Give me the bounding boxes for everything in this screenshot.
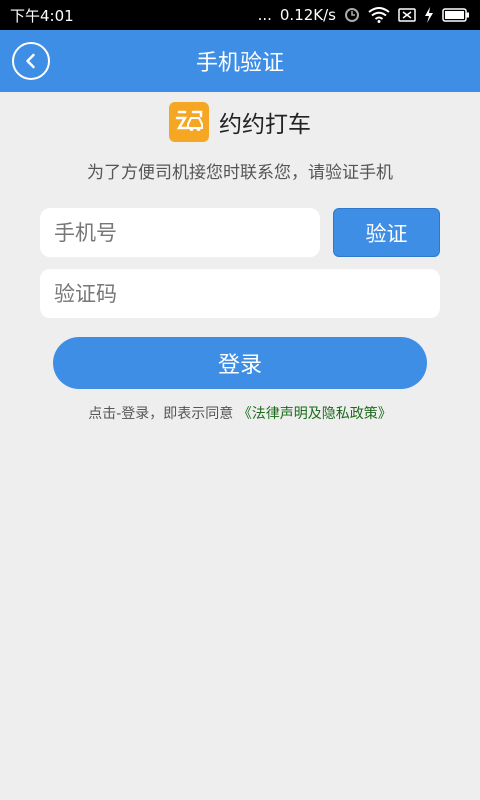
no-sim-icon: [398, 8, 416, 22]
terms-prefix: 点击-登录，即表示同意: [88, 406, 234, 422]
net-speed: 0.12K/s: [279, 6, 336, 24]
code-input[interactable]: [54, 281, 440, 306]
verify-button[interactable]: 验证: [333, 208, 440, 257]
status-dots: ...: [257, 6, 272, 24]
status-bar: 下午4:01 ... 0.12K/s: [0, 0, 480, 30]
status-time: 下午4:01: [10, 6, 74, 25]
login-button[interactable]: 登录: [53, 337, 427, 389]
subtitle: 为了方便司机接您时联系您，请验证手机: [87, 163, 393, 183]
privacy-policy-link[interactable]: 《法律声明及隐私政策》: [238, 406, 392, 422]
logo-car-icon: [175, 110, 203, 131]
sync-icon: [345, 8, 359, 22]
brand-name: 约约打车: [219, 112, 311, 138]
wifi-icon: [368, 7, 390, 23]
chevron-left-icon: [26, 53, 35, 69]
terms-text: 点击-登录，即表示同意 《法律声明及隐私政策》: [0, 403, 480, 423]
brand: 约约打车: [0, 102, 480, 142]
code-field[interactable]: [40, 269, 440, 318]
app-logo: [169, 102, 209, 142]
phone-field[interactable]: [40, 208, 320, 257]
battery-icon: [442, 8, 469, 22]
app-bar: 手机验证: [0, 30, 480, 92]
back-button[interactable]: [12, 42, 50, 80]
page-title: 手机验证: [195, 51, 284, 76]
charging-icon: [425, 7, 433, 23]
phone-input[interactable]: [54, 220, 320, 245]
status-icons: ... 0.12K/s: [258, 6, 470, 24]
